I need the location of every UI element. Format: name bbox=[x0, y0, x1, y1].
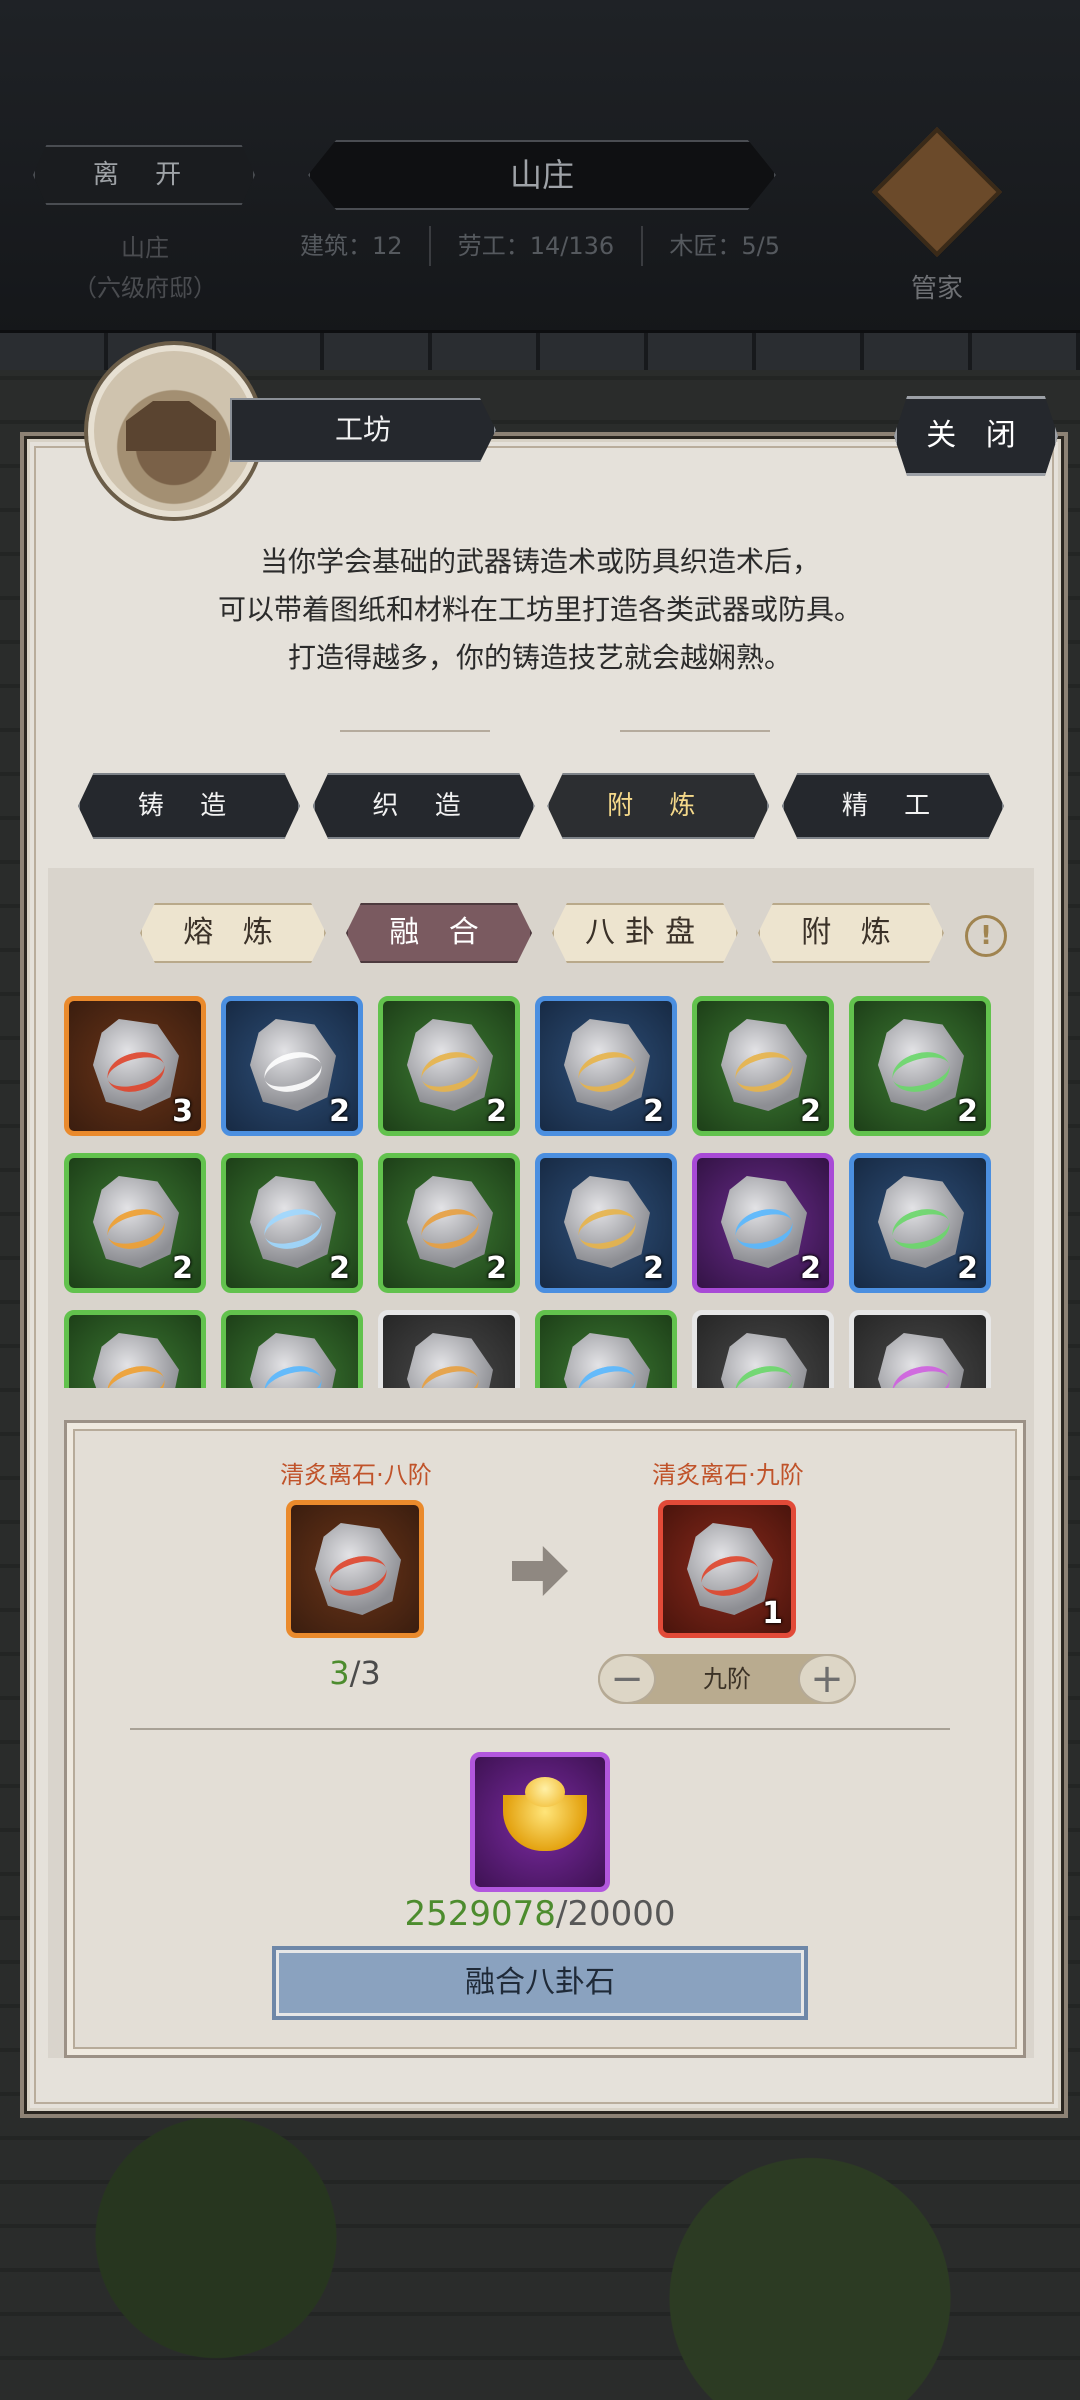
abacus-icon bbox=[871, 126, 1003, 258]
ornament-divider bbox=[620, 730, 770, 732]
close-button[interactable]: 关 闭 bbox=[894, 396, 1058, 476]
info-icon[interactable]: ! bbox=[965, 915, 1007, 957]
inventory-item-slot[interactable] bbox=[378, 1310, 520, 1388]
item-count: 2 bbox=[486, 1251, 507, 1286]
item-count: 2 bbox=[329, 1094, 350, 1129]
location-info: 山庄 （六级府邸） bbox=[30, 228, 260, 308]
subtab-smelting[interactable]: 熔 炼 bbox=[140, 903, 326, 963]
tab-casting[interactable]: 铸 造 bbox=[78, 773, 300, 839]
inventory-item-slot[interactable]: 2 bbox=[221, 1153, 363, 1293]
stat-divider bbox=[640, 226, 643, 266]
inventory-item-slot[interactable] bbox=[221, 1310, 363, 1388]
inventory-item-slot[interactable]: 2 bbox=[849, 1153, 991, 1293]
house-icon bbox=[126, 401, 216, 451]
target-item-slot[interactable]: 1 bbox=[658, 1500, 796, 1638]
inventory-item-slot[interactable]: 2 bbox=[378, 996, 520, 1136]
estate-stats: 建筑：12 劳工：14/136 木匠：5/5 bbox=[300, 226, 780, 266]
inventory-item-slot[interactable]: 2 bbox=[535, 996, 677, 1136]
item-count: 2 bbox=[329, 1251, 350, 1286]
steward-button[interactable]: 管家 bbox=[871, 126, 1003, 310]
source-have: 3 bbox=[329, 1654, 350, 1692]
subtab-enchant[interactable]: 附 炼 bbox=[758, 903, 944, 963]
leave-button[interactable]: 离 开 bbox=[33, 145, 255, 205]
tab-weaving[interactable]: 织 造 bbox=[312, 773, 535, 839]
subtab-bagua-plate[interactable]: 八卦盘 bbox=[552, 903, 738, 963]
item-count: 3 bbox=[172, 1094, 193, 1129]
inventory-item-slot[interactable] bbox=[535, 1310, 677, 1388]
inventory-item-slot[interactable]: 2 bbox=[221, 996, 363, 1136]
inventory-item-slot[interactable]: 2 bbox=[535, 1153, 677, 1293]
target-item-name: 清炙离石·九阶 bbox=[652, 1461, 804, 1489]
cost-amount: 2529078/20000 bbox=[300, 1894, 780, 1934]
subtab-fusion[interactable]: 融 合 bbox=[346, 903, 532, 963]
stat-divider bbox=[429, 226, 432, 266]
inventory-item-slot[interactable]: 2 bbox=[378, 1153, 520, 1293]
inventory-item-slot[interactable]: 2 bbox=[692, 1153, 834, 1293]
tier-stepper: − 九阶 + bbox=[598, 1654, 856, 1704]
decrease-tier-button[interactable]: − bbox=[598, 1654, 656, 1704]
inventory-item-slot[interactable] bbox=[692, 1310, 834, 1388]
workshop-description: 当你学会基础的武器铸造术或防具织造术后， 可以带着图纸和材料在工坊里打造各类武器… bbox=[60, 538, 1020, 682]
item-count: 2 bbox=[800, 1094, 821, 1129]
item-count: 2 bbox=[486, 1094, 507, 1129]
inventory-item-slot[interactable] bbox=[64, 1310, 206, 1388]
source-item-name: 清炙离石·八阶 bbox=[280, 1461, 432, 1489]
page-title: 山庄 bbox=[308, 140, 776, 210]
inventory-item-slot[interactable]: 2 bbox=[692, 996, 834, 1136]
cost-need: /20000 bbox=[555, 1894, 676, 1934]
stat-carpenters: 木匠：5/5 bbox=[669, 232, 780, 260]
fuse-button[interactable]: 融合八卦石 bbox=[272, 1946, 808, 2020]
location-name: 山庄 bbox=[121, 234, 169, 262]
location-level: （六级府邸） bbox=[73, 274, 217, 302]
item-grid-viewport[interactable]: 3 2 2 2 2 2 2 2 2 2 2 2 bbox=[64, 996, 1004, 1388]
item-count: 2 bbox=[172, 1251, 193, 1286]
item-count: 2 bbox=[957, 1094, 978, 1129]
steward-label: 管家 bbox=[910, 274, 963, 304]
tab-enchanting[interactable]: 附 炼 bbox=[547, 773, 770, 839]
stat-laborers: 劳工：14/136 bbox=[457, 232, 615, 260]
increase-tier-button[interactable]: + bbox=[798, 1654, 856, 1704]
inventory-item-slot[interactable]: 2 bbox=[849, 996, 991, 1136]
source-need: /3 bbox=[349, 1654, 381, 1692]
description-line: 可以带着图纸和材料在工坊里打造各类武器或防具。 bbox=[217, 593, 862, 626]
target-item-count: 1 bbox=[762, 1596, 783, 1631]
tab-craftsmanship[interactable]: 精 工 bbox=[781, 773, 1004, 839]
inventory-item-slot[interactable]: 3 bbox=[64, 996, 206, 1136]
inventory-item-slot[interactable] bbox=[849, 1310, 991, 1388]
tier-value: 九阶 bbox=[703, 1665, 751, 1693]
gold-ingot-icon bbox=[503, 1777, 587, 1851]
panel-header: 工坊 bbox=[230, 398, 496, 462]
divider bbox=[130, 1728, 950, 1730]
description-line: 打造得越多，你的铸造技艺就会越娴熟。 bbox=[287, 641, 792, 674]
item-count: 2 bbox=[800, 1251, 821, 1286]
item-grid: 3 2 2 2 2 2 2 2 2 2 2 2 bbox=[64, 996, 1004, 1388]
sub-tabs: 熔 炼 融 合 八卦盘 附 炼 bbox=[140, 903, 1020, 963]
stat-buildings: 建筑：12 bbox=[300, 232, 403, 260]
item-count: 2 bbox=[643, 1094, 664, 1129]
item-count: 2 bbox=[957, 1251, 978, 1286]
item-count: 2 bbox=[643, 1251, 664, 1286]
source-item-slot[interactable] bbox=[286, 1500, 424, 1638]
ornament-divider bbox=[340, 730, 490, 732]
description-line: 当你学会基础的武器铸造术或防具织造术后， bbox=[259, 545, 820, 578]
inventory-item-slot[interactable]: 2 bbox=[64, 1153, 206, 1293]
cost-item-slot[interactable] bbox=[470, 1752, 610, 1892]
source-quantity: 3/3 bbox=[300, 1654, 410, 1692]
cost-have: 2529078 bbox=[404, 1894, 556, 1934]
main-tabs: 铸 造 织 造 附 炼 精 工 bbox=[78, 773, 1004, 839]
